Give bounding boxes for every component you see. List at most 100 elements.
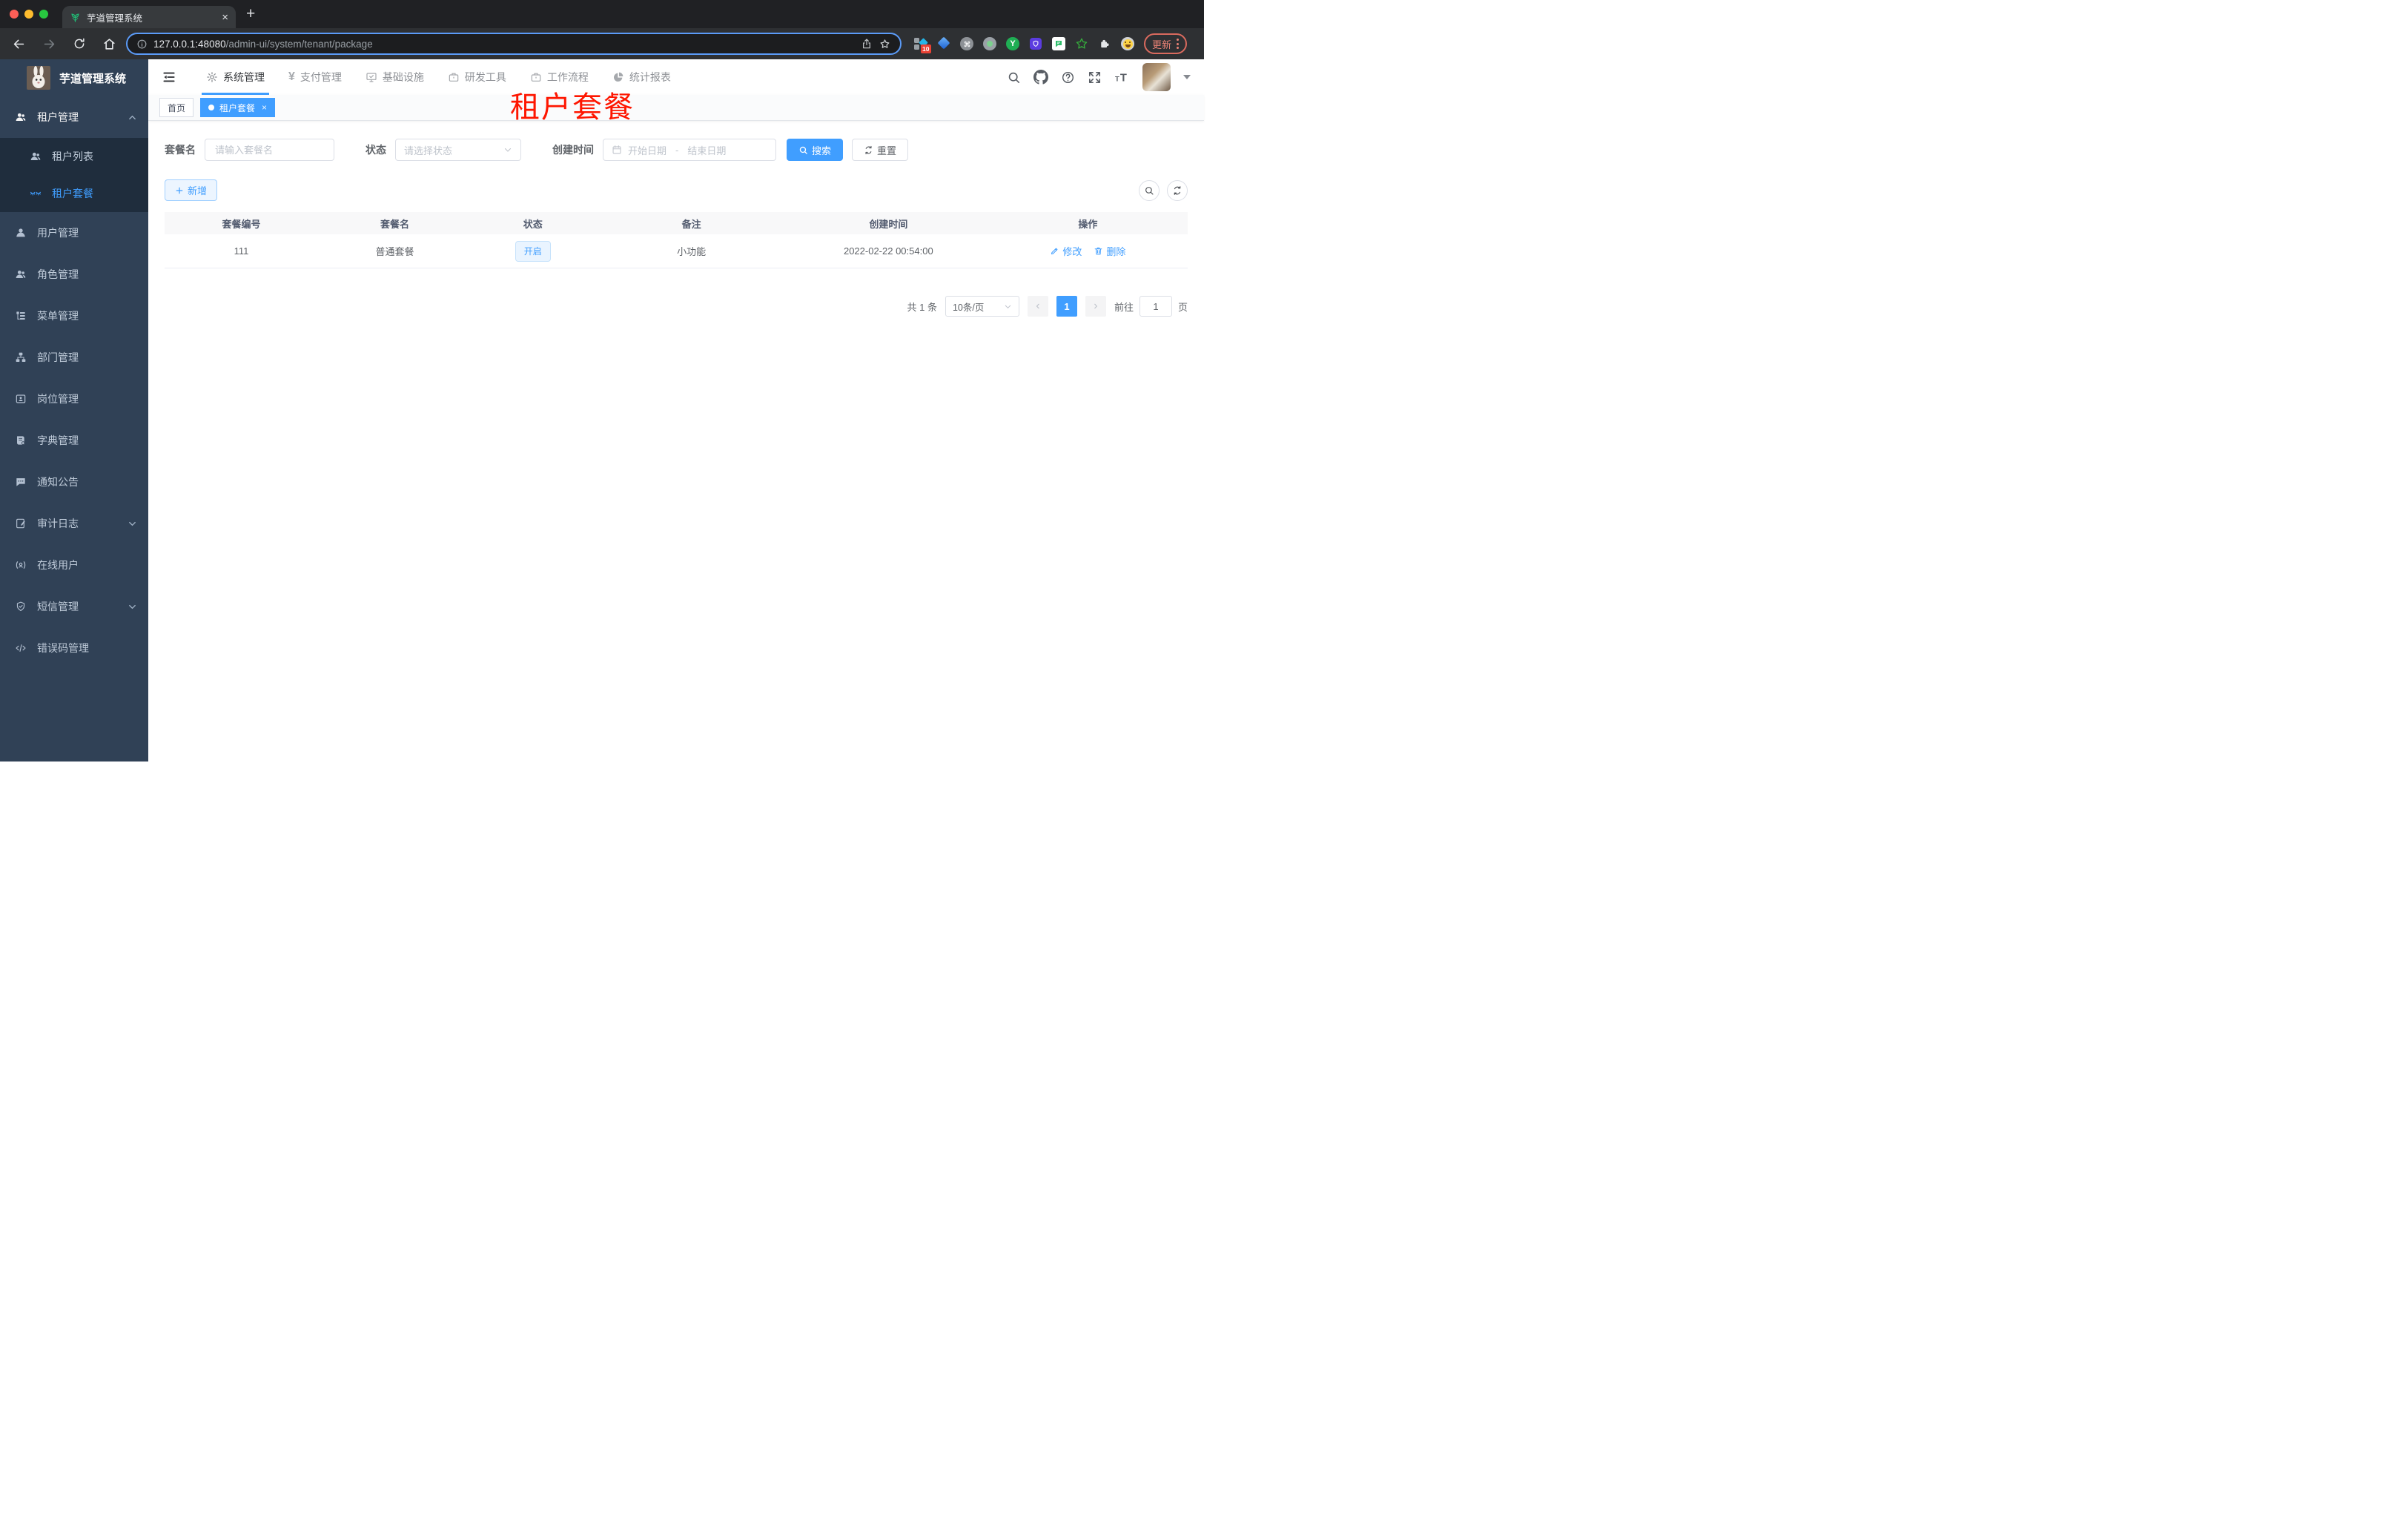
topnav-item-dev-tools[interactable]: 研发工具 [436, 59, 518, 95]
date-end-placeholder: 结束日期 [687, 145, 727, 156]
extension-chat-icon[interactable] [1052, 37, 1065, 50]
sidebar-item-error-code[interactable]: 错误码管理 [0, 627, 148, 669]
add-button[interactable]: 新增 [165, 179, 218, 201]
sidebar-item-tenant-management[interactable]: 租户管理 [0, 96, 148, 138]
sidebar-item-label: 短信管理 [37, 601, 79, 612]
current-page-button[interactable]: 1 [1056, 296, 1077, 317]
next-page-button[interactable]: › [1085, 296, 1106, 317]
tag-label: 租户套餐 [219, 102, 256, 113]
error-code-icon [16, 644, 26, 652]
avatar-caret-down-icon[interactable] [1183, 75, 1191, 83]
new-tab-button[interactable]: + [246, 5, 255, 23]
tag-tenant-package[interactable]: 租户套餐 × [200, 98, 276, 117]
fullscreen-icon[interactable] [1088, 70, 1102, 85]
page-size-value: 10条/页 [952, 302, 985, 313]
edit-link[interactable]: 修改 [1050, 244, 1082, 258]
main-area: 系统管理 ¥ 支付管理 基础设施 研发工具 工作流程 统计报表 T T 首页 租… [148, 59, 1204, 762]
topnav-item-workflow[interactable]: 工作流程 [518, 59, 601, 95]
reload-icon[interactable] [73, 37, 86, 50]
tab-close-icon[interactable]: × [222, 12, 228, 23]
page-size-select[interactable]: 10条/页 [945, 296, 1019, 317]
tab-favicon-plant-icon [71, 13, 79, 22]
sidebar-item-post-management[interactable]: 岗位管理 [0, 378, 148, 420]
forward-icon[interactable] [42, 37, 56, 51]
show-search-button[interactable] [1139, 179, 1160, 201]
sidebar-item-sms-management[interactable]: 短信管理 [0, 586, 148, 627]
bookmark-star-icon[interactable] [879, 38, 891, 50]
extensions-puzzle-icon[interactable] [1098, 37, 1111, 50]
font-size-icon[interactable]: TT [1114, 70, 1130, 85]
topnav-item-payment[interactable]: ¥ 支付管理 [277, 59, 354, 95]
tag-close-icon[interactable]: × [262, 102, 267, 113]
tag-label: 首页 [168, 102, 186, 113]
extension-star-icon[interactable] [1075, 37, 1088, 50]
extension-command-icon[interactable] [960, 37, 973, 50]
sidebar-logo[interactable]: 芋道管理系统 [0, 59, 148, 96]
package-name-input-box [205, 139, 334, 161]
sidebar-item-notice[interactable]: 通知公告 [0, 461, 148, 503]
package-name-input[interactable] [214, 143, 325, 156]
browser-tab[interactable]: 芋道管理系统 × [62, 6, 236, 28]
extension-y-icon[interactable]: Y [1006, 37, 1019, 50]
status-select[interactable]: 请选择状态 [395, 139, 521, 161]
tags-view-bar: 首页 租户套餐 × [148, 95, 1204, 121]
home-icon[interactable] [102, 37, 116, 51]
topnav-label: 研发工具 [464, 71, 506, 83]
sidebar-item-dict-management[interactable]: 字典管理 [0, 420, 148, 461]
delete-link[interactable]: 删除 [1094, 244, 1125, 258]
active-tag-dot [208, 105, 215, 110]
sidebar-item-dept-management[interactable]: 部门管理 [0, 337, 148, 378]
extension-badge: 10 [920, 44, 931, 53]
tag-home[interactable]: 首页 [159, 98, 194, 117]
site-info-icon[interactable] [136, 39, 148, 50]
extension-emoji-icon[interactable] [1121, 37, 1134, 50]
sidebar-collapse-icon[interactable] [162, 70, 176, 85]
notice-chat-icon [16, 478, 25, 486]
avatar[interactable] [1142, 63, 1171, 91]
refresh-table-button[interactable] [1167, 179, 1188, 201]
share-icon[interactable] [861, 38, 873, 50]
sidebar-item-user-management[interactable]: 用户管理 [0, 212, 148, 254]
browser-menu-kebab-icon[interactable] [1177, 39, 1180, 49]
goto-suffix: 页 [1177, 301, 1188, 313]
menu-tree-icon [16, 311, 25, 320]
zoom-window-button[interactable] [39, 10, 48, 19]
status-select-placeholder: 请选择状态 [404, 145, 453, 156]
address-bar[interactable]: 127.0.0.1:48080/admin-ui/system/tenant/p… [126, 33, 902, 55]
topnav-item-system[interactable]: 系统管理 [194, 59, 277, 95]
extension-collections-icon[interactable]: 10 [914, 37, 931, 53]
back-icon[interactable] [12, 37, 26, 51]
extension-shield-icon[interactable] [1029, 37, 1042, 50]
filter-form: 套餐名 状态 请选择状态 创建时间 开始日期 [165, 139, 1188, 161]
github-icon[interactable] [1033, 70, 1048, 85]
date-start-placeholder: 开始日期 [628, 145, 667, 156]
search-icon[interactable] [1007, 70, 1021, 85]
pencil-icon [1051, 248, 1058, 255]
prev-page-button[interactable]: ‹ [1027, 296, 1048, 317]
sidebar-item-role-management[interactable]: 角色管理 [0, 254, 148, 295]
reset-button-label: 重置 [877, 145, 897, 156]
topnav-item-infra[interactable]: 基础设施 [354, 59, 436, 95]
sidebar-item-audit-log[interactable]: 审计日志 [0, 503, 148, 544]
date-range-picker[interactable]: 开始日期 - 结束日期 [603, 139, 776, 161]
browser-update-button[interactable]: 更新 [1144, 33, 1188, 54]
app-header: 系统管理 ¥ 支付管理 基础设施 研发工具 工作流程 统计报表 T T [148, 59, 1204, 95]
extension-gem-icon[interactable] [937, 36, 950, 50]
sidebar-item-tenant-package[interactable]: 租户套餐 [0, 175, 148, 212]
sidebar-item-online-users[interactable]: 在线用户 [0, 544, 148, 586]
sidebar-item-menu-management[interactable]: 菜单管理 [0, 295, 148, 337]
help-icon[interactable] [1061, 70, 1075, 85]
online-user-icon [16, 561, 26, 569]
goto-page-input[interactable] [1139, 296, 1172, 317]
page-content: 套餐名 状态 请选择状态 创建时间 开始日期 [148, 139, 1204, 317]
sidebar-item-label: 角色管理 [37, 268, 79, 280]
minimize-window-button[interactable] [24, 10, 33, 19]
search-button[interactable]: 搜索 [787, 139, 844, 161]
extension-green-dot-icon[interactable] [983, 37, 996, 50]
sidebar-item-tenant-list[interactable]: 租户列表 [0, 138, 148, 175]
top-navigation: 系统管理 ¥ 支付管理 基础设施 研发工具 工作流程 统计报表 [194, 59, 683, 95]
close-window-button[interactable] [10, 10, 19, 19]
topnav-item-reports[interactable]: 统计报表 [601, 59, 683, 95]
pagination: 共 1 条 10条/页 ‹ 1 › 前往 页 [165, 296, 1188, 317]
reset-button[interactable]: 重置 [852, 139, 909, 161]
